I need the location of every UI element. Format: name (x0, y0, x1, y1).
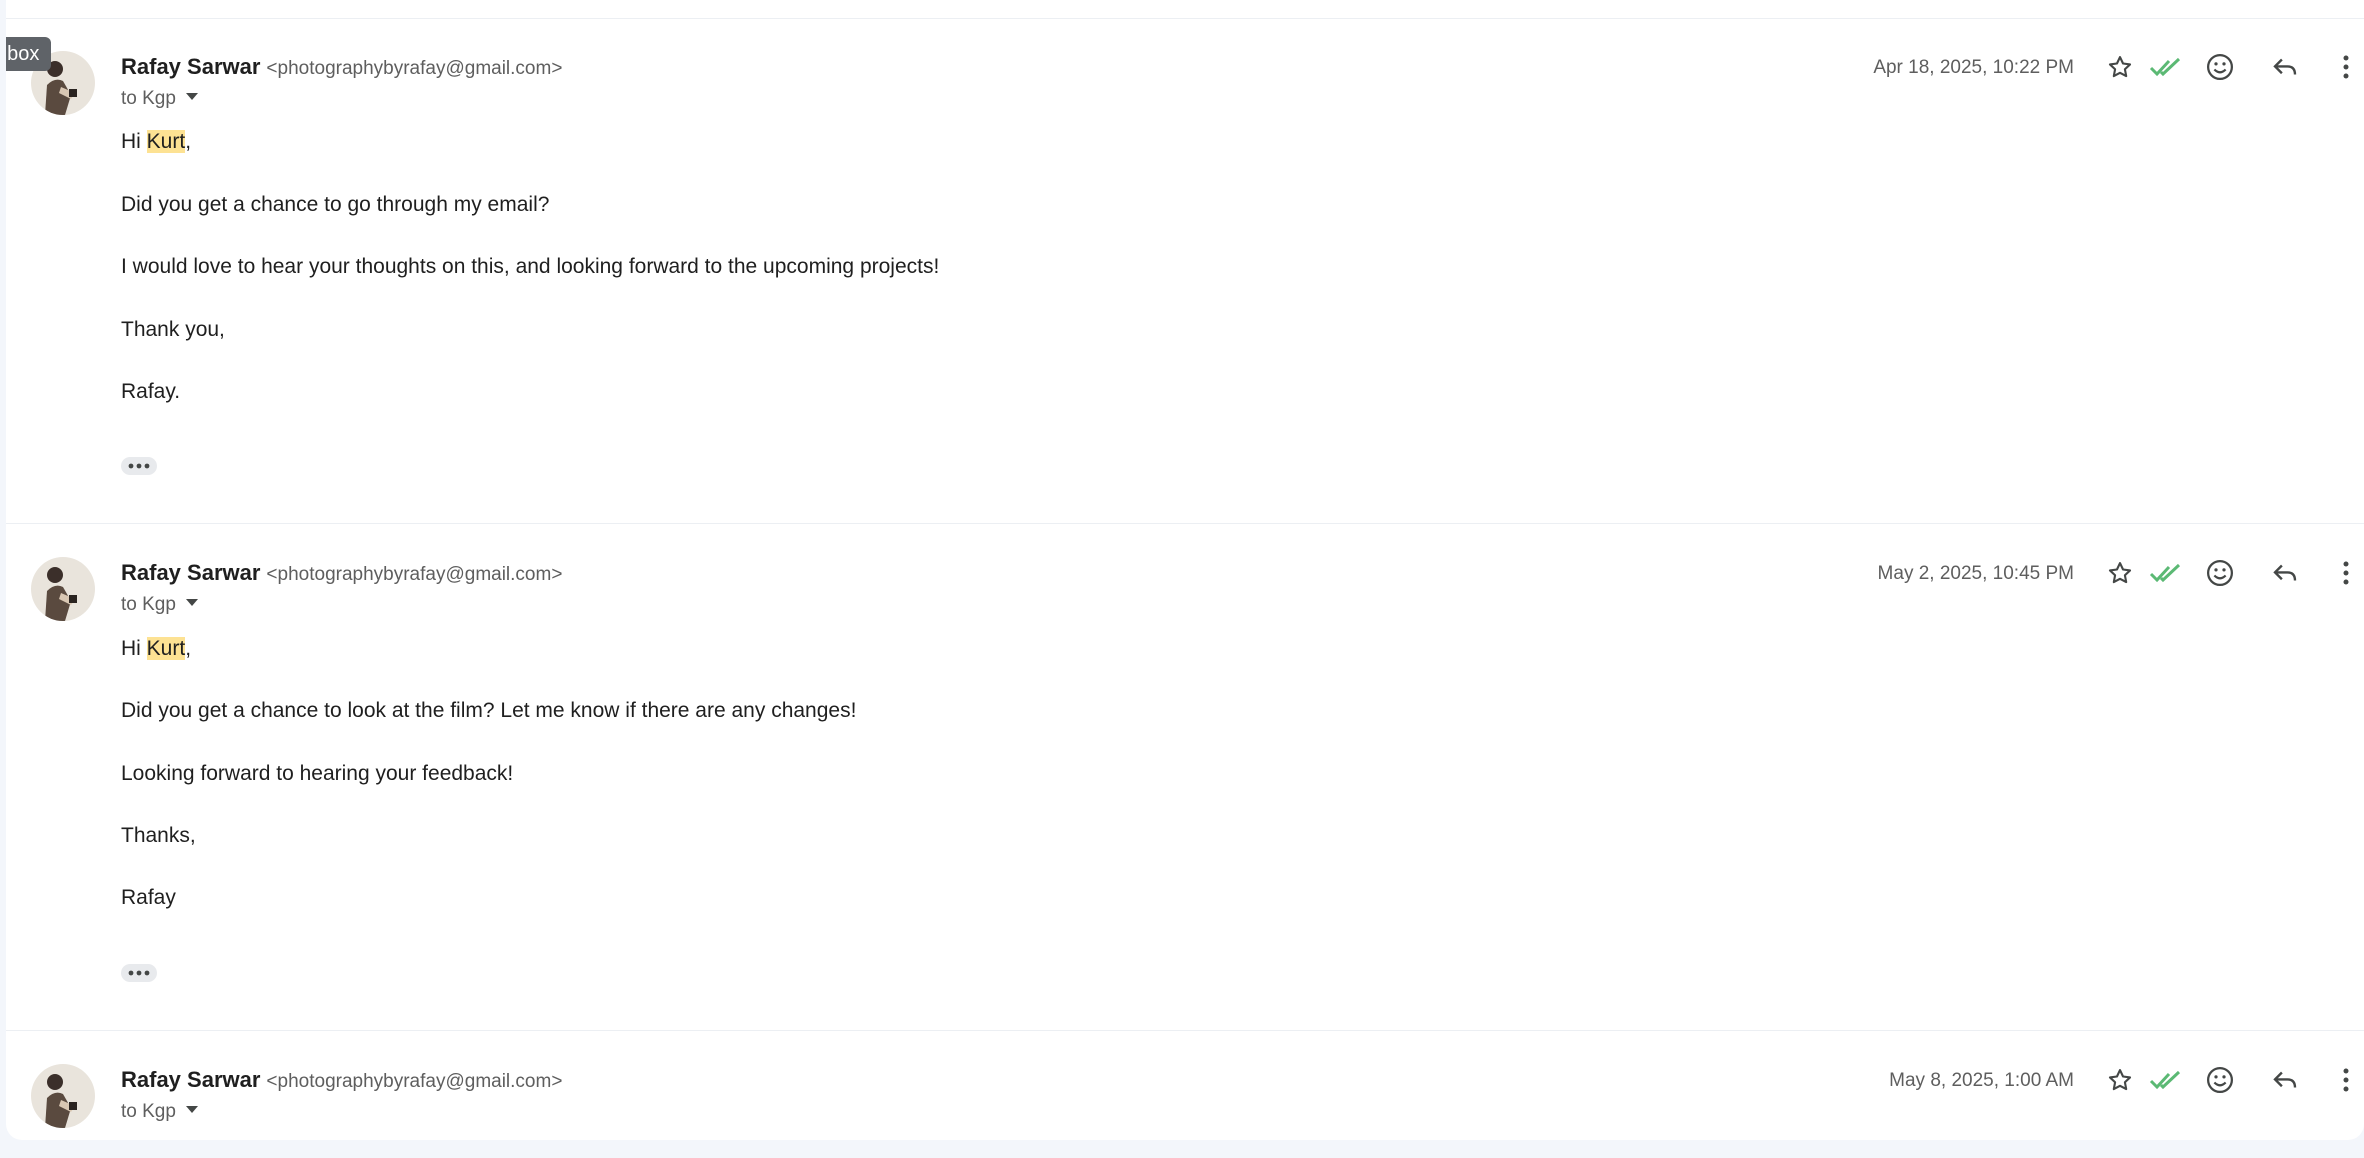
more-vert-icon[interactable] (2328, 555, 2364, 591)
body-line: Thank you, (121, 318, 225, 341)
highlighted-name: Kurt (146, 637, 186, 660)
chevron-down-icon[interactable] (185, 1106, 198, 1114)
recipient-line[interactable]: to Kgp (121, 1101, 198, 1123)
star-icon[interactable] (2102, 49, 2138, 85)
body-line: Did you get a chance to go through my em… (121, 193, 550, 216)
emoji-icon[interactable] (2202, 49, 2238, 85)
double-check-icon (2148, 1062, 2184, 1098)
emoji-icon[interactable] (2202, 555, 2238, 591)
recipient-label: to Kgp (121, 594, 176, 615)
sender-name[interactable]: Rafay Sarwar (121, 560, 260, 585)
more-vert-icon[interactable] (2328, 49, 2364, 85)
message-timestamp: Apr 18, 2025, 10:22 PM (1873, 57, 2074, 78)
reply-icon[interactable] (2267, 49, 2303, 85)
greeting-prefix: Hi (121, 637, 147, 660)
message-divider (6, 523, 2364, 524)
inbox-tooltip: nbox (6, 37, 52, 71)
greeting-line: Hi Kurt, (121, 130, 191, 154)
body-line: I would love to hear your thoughts on th… (121, 255, 940, 278)
show-trimmed-content-button[interactable] (121, 457, 157, 475)
recipient-line[interactable]: to Kgp (121, 594, 198, 616)
star-icon[interactable] (2102, 1062, 2138, 1098)
chevron-down-icon[interactable] (185, 93, 198, 101)
divider (6, 18, 2364, 19)
sender-email: <photographybyrafay@gmail.com> (266, 58, 563, 79)
message-timestamp: May 2, 2025, 10:45 PM (1877, 563, 2074, 584)
sender-line: Rafay Sarwar <photographybyrafay@gmail.co… (121, 54, 562, 80)
message-timestamp: May 8, 2025, 1:00 AM (1889, 1070, 2074, 1091)
sender-avatar[interactable] (31, 557, 95, 621)
sender-line: Rafay Sarwar <photographybyrafay@gmail.co… (121, 560, 562, 586)
more-horiz-icon (128, 463, 150, 469)
sender-name[interactable]: Rafay Sarwar (121, 54, 260, 79)
more-horiz-icon (128, 970, 150, 976)
sender-email: <photographybyrafay@gmail.com> (266, 1071, 563, 1092)
show-trimmed-content-button[interactable] (121, 964, 157, 982)
sender-email: <photographybyrafay@gmail.com> (266, 564, 563, 585)
message-divider (6, 1030, 2364, 1031)
reply-icon[interactable] (2267, 1062, 2303, 1098)
highlighted-name: Kurt (146, 130, 186, 153)
greeting-prefix: Hi (121, 130, 147, 153)
body-line: Rafay. (121, 380, 181, 403)
greeting-suffix: , (185, 130, 192, 153)
star-icon[interactable] (2102, 555, 2138, 591)
greeting-suffix: , (185, 637, 192, 660)
recipient-label: to Kgp (121, 1101, 176, 1122)
body-line: Thanks, (121, 824, 196, 847)
body-line: Did you get a chance to look at the film… (121, 699, 857, 722)
body-line: Looking forward to hearing your feedback… (121, 762, 514, 785)
recipient-line[interactable]: to Kgp (121, 88, 198, 110)
more-vert-icon[interactable] (2328, 1062, 2364, 1098)
reply-icon[interactable] (2267, 555, 2303, 591)
double-check-icon (2148, 555, 2184, 591)
double-check-icon (2148, 49, 2184, 85)
sender-name[interactable]: Rafay Sarwar (121, 1067, 260, 1092)
sender-line: Rafay Sarwar <photographybyrafay@gmail.co… (121, 1067, 562, 1093)
sender-avatar[interactable] (31, 1064, 95, 1128)
chevron-down-icon[interactable] (185, 599, 198, 607)
recipient-label: to Kgp (121, 88, 176, 109)
body-line: Rafay (121, 886, 176, 909)
conversation-pane: nbox Rafay Sarwar <photographybyrafay@gma… (6, 0, 2364, 1140)
greeting-line: Hi Kurt, (121, 637, 191, 661)
emoji-icon[interactable] (2202, 1062, 2238, 1098)
